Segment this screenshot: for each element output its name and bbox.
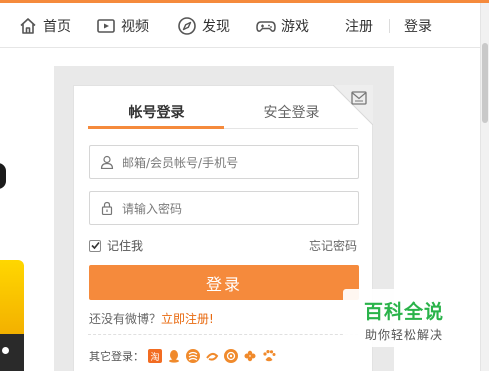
qr-login-corner[interactable] bbox=[332, 84, 374, 126]
home-icon bbox=[20, 18, 36, 34]
nav-login-link[interactable]: 登录 bbox=[404, 15, 432, 37]
nav-item-label: 视频 bbox=[121, 19, 149, 35]
register-prompt: 还没有微博？立即注册! bbox=[89, 310, 214, 327]
active-tab-indicator bbox=[88, 126, 224, 129]
nav-item-discover[interactable]: 发现 bbox=[177, 15, 230, 37]
message-icon bbox=[351, 91, 367, 105]
no-account-text: 还没有微博？ bbox=[89, 312, 162, 326]
nav-item-home[interactable]: 首页 bbox=[18, 15, 71, 37]
user-icon bbox=[100, 155, 114, 169]
alipay-icon[interactable] bbox=[205, 349, 219, 363]
nav-item-label: 发现 bbox=[202, 19, 230, 35]
nav-item-label: 首页 bbox=[43, 19, 71, 35]
nav-item-label: 游戏 bbox=[281, 19, 309, 35]
other-login-row: 其它登录： 淘 bbox=[89, 348, 281, 364]
checkmark-icon bbox=[90, 241, 100, 250]
page-scrollbar[interactable] bbox=[480, 3, 489, 371]
scrollbar-thumb[interactable] bbox=[482, 43, 488, 123]
decorative-shape bbox=[0, 163, 6, 189]
left-decorative-graphic bbox=[0, 48, 24, 371]
tab-account-login[interactable]: 帐号登录 bbox=[89, 102, 224, 122]
nav-item-games[interactable]: 游戏 bbox=[256, 15, 309, 37]
login-card: 帐号登录 安全登录 邮箱/会员帐号/手机号 请输入密码 记住我 忘记密码 登录 … bbox=[73, 84, 374, 371]
nav-divider bbox=[389, 19, 390, 33]
username-placeholder: 邮箱/会员帐号/手机号 bbox=[122, 155, 239, 170]
card-divider bbox=[88, 334, 358, 335]
register-now-link[interactable]: 立即注册! bbox=[161, 312, 214, 326]
taobao-icon[interactable]: 淘 bbox=[148, 349, 162, 363]
qq-icon[interactable] bbox=[167, 349, 181, 363]
remember-me-label: 记住我 bbox=[107, 239, 144, 253]
baidu-icon[interactable] bbox=[262, 349, 276, 363]
weibo-icon[interactable] bbox=[186, 349, 200, 363]
password-field[interactable]: 请输入密码 bbox=[89, 191, 359, 225]
login-submit-button[interactable]: 登录 bbox=[89, 265, 359, 300]
other-login-label: 其它登录： bbox=[89, 350, 144, 363]
nav-register-link[interactable]: 注册 bbox=[345, 15, 373, 37]
gamepad-icon bbox=[256, 21, 276, 32]
remember-me-option[interactable]: 记住我 bbox=[89, 237, 143, 254]
watermark-logo: 百科全说 助你轻松解决 bbox=[343, 289, 465, 347]
watermark-title: 百科全说 bbox=[363, 301, 444, 323]
discover-icon bbox=[178, 17, 196, 35]
forgot-password-link[interactable]: 忘记密码 bbox=[309, 237, 357, 254]
lock-icon bbox=[101, 201, 113, 215]
username-field[interactable]: 邮箱/会员帐号/手机号 bbox=[89, 145, 359, 179]
watermark-subtitle: 助你轻松解决 bbox=[364, 328, 443, 342]
nav-item-video[interactable]: 视频 bbox=[96, 15, 149, 37]
video-icon bbox=[97, 19, 115, 33]
remember-me-checkbox[interactable] bbox=[89, 239, 101, 252]
password-placeholder: 请输入密码 bbox=[122, 201, 183, 216]
top-nav: 首页 视频 发现 游戏 注册 登录 bbox=[0, 3, 480, 48]
renren-icon[interactable] bbox=[224, 349, 238, 363]
wangwang-icon[interactable] bbox=[243, 349, 257, 363]
decorative-shape bbox=[2, 347, 9, 354]
